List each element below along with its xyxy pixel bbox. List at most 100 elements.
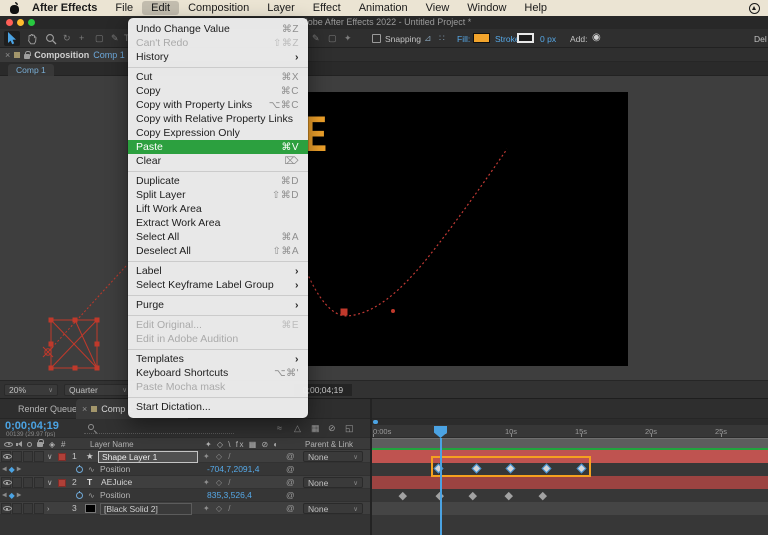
property-name[interactable]: Position xyxy=(100,489,130,502)
layer-row-3[interactable]: › 3 [Black Solid 2] ✦ ◇ / @ None∨ xyxy=(0,502,370,515)
search-input[interactable] xyxy=(84,433,234,434)
snap-option-icon-1[interactable]: ⊿ xyxy=(424,33,432,44)
menu-item-purge[interactable]: Purge› xyxy=(128,298,308,312)
pan-tool-icon[interactable]: + xyxy=(79,33,84,44)
stopwatch-icon[interactable] xyxy=(76,492,83,499)
composition-tab[interactable]: × Composition Comp 1 ≡ xyxy=(0,48,142,62)
close-window-button[interactable] xyxy=(6,19,13,26)
layer-switches[interactable]: ✦ ◇ / xyxy=(203,476,233,489)
keyframe-navigator[interactable]: ◀◆▶ xyxy=(2,489,21,502)
layer-row-1[interactable]: ∨ 1 ★ Shape Layer 1 ✦ ◇ / @ None∨ xyxy=(0,450,370,463)
apple-menu-icon[interactable] xyxy=(10,3,19,14)
menu-item-duplicate[interactable]: Duplicate⌘D xyxy=(128,174,308,188)
property-row-1[interactable]: ◀◆▶ ∿ Position -704,7,2091,4 @ xyxy=(0,463,370,476)
menu-item-paste[interactable]: Paste⌘V xyxy=(128,140,308,154)
menu-item-select-keyframe-label-group[interactable]: Select Keyframe Label Group› xyxy=(128,278,308,292)
menu-item-copy-with-relative-property-links[interactable]: Copy with Relative Property Links xyxy=(128,112,308,126)
audio-toggle[interactable] xyxy=(12,503,22,514)
fill-color-swatch[interactable] xyxy=(473,33,490,43)
pickwhip-icon[interactable]: @ xyxy=(286,489,295,502)
layer-switches[interactable]: ✦ ◇ / xyxy=(203,450,233,463)
brush-tool-icon[interactable]: ✎ xyxy=(312,33,320,44)
expand-toggle[interactable]: ∨ xyxy=(47,478,53,487)
solo-toggle[interactable] xyxy=(23,451,33,462)
keyframe-icon[interactable] xyxy=(538,491,546,499)
property-row-2[interactable]: ◀◆▶ ∿ Position 835,3,526,4 @ xyxy=(0,489,370,502)
pickwhip-icon[interactable]: @ xyxy=(286,502,295,515)
layer-name[interactable]: [Black Solid 2] xyxy=(100,503,192,515)
keyframe-icon[interactable] xyxy=(398,491,406,499)
menu-item-deselect-all[interactable]: Deselect All⇧⌘A xyxy=(128,244,308,258)
pickwhip-icon[interactable]: @ xyxy=(286,450,295,463)
lock-toggle[interactable] xyxy=(34,503,44,514)
pickwhip-icon[interactable]: @ xyxy=(286,476,295,489)
property-name[interactable]: Position xyxy=(100,463,130,476)
label-color-chip[interactable] xyxy=(58,453,66,461)
menu-item-select-all[interactable]: Select All⌘A xyxy=(128,230,308,244)
snapping-label[interactable]: Snapping xyxy=(385,34,421,44)
menubar-app-name[interactable]: After Effects xyxy=(23,2,106,14)
menubar-item-view[interactable]: View xyxy=(417,1,459,15)
stopwatch-icon[interactable] xyxy=(76,466,83,473)
shape-tool-icon[interactable]: ▢ xyxy=(95,33,104,44)
layer-duration-bar-3[interactable] xyxy=(372,502,768,515)
expand-toggle[interactable]: ∨ xyxy=(47,452,53,461)
property-value[interactable]: -704,7,2091,4 xyxy=(207,463,259,476)
menu-item-copy[interactable]: Copy⌘C xyxy=(128,84,308,98)
menu-item-start-dictation[interactable]: Start Dictation... xyxy=(128,400,308,414)
menu-item-history[interactable]: History› xyxy=(128,50,308,64)
menubar-item-layer[interactable]: Layer xyxy=(258,1,304,15)
hand-tool[interactable] xyxy=(24,31,40,46)
snapping-checkbox[interactable] xyxy=(372,34,381,43)
puppet-tool-icon[interactable]: ✦ xyxy=(344,33,352,44)
layer-name[interactable]: Shape Layer 1 xyxy=(98,451,198,463)
anchor-point-icon[interactable] xyxy=(43,347,53,357)
panel-divider[interactable] xyxy=(370,399,372,535)
property-value[interactable]: 835,3,526,4 xyxy=(207,489,252,502)
label-color-chip[interactable] xyxy=(58,479,66,487)
menu-item-extract-work-area[interactable]: Extract Work Area xyxy=(128,216,308,230)
parent-link-column-label[interactable]: Parent & Link xyxy=(305,440,353,449)
keyframe-navigator[interactable]: ◀◆▶ xyxy=(2,463,21,476)
menu-item-copy-with-property-links[interactable]: Copy with Property Links⌥⌘C xyxy=(128,98,308,112)
solo-toggle[interactable] xyxy=(23,503,33,514)
video-toggle[interactable] xyxy=(1,451,11,462)
menubar-item-effect[interactable]: Effect xyxy=(304,1,350,15)
close-panel-icon[interactable]: × xyxy=(5,50,10,60)
menubar-item-animation[interactable]: Animation xyxy=(350,1,417,15)
audio-toggle[interactable] xyxy=(12,477,22,488)
zoom-tool[interactable] xyxy=(43,31,59,46)
playhead-line[interactable] xyxy=(440,438,442,535)
snap-option-icon-2[interactable]: ∷ xyxy=(439,33,445,44)
menu-item-label[interactable]: Label› xyxy=(128,264,308,278)
breadcrumb[interactable]: Comp 1 xyxy=(8,64,54,76)
menubar-item-edit[interactable]: Edit xyxy=(142,1,179,15)
pickwhip-icon[interactable]: @ xyxy=(286,463,295,476)
lock-toggle[interactable] xyxy=(34,451,44,462)
video-toggle[interactable] xyxy=(1,477,11,488)
tab-render-queue[interactable]: Render Queue xyxy=(18,404,77,414)
work-area-bar[interactable] xyxy=(372,438,768,448)
menubar-item-file[interactable]: File xyxy=(106,1,142,15)
lock-toggle[interactable] xyxy=(34,477,44,488)
menu-item-cut[interactable]: Cut⌘X xyxy=(128,70,308,84)
layer-switches[interactable]: ✦ ◇ / xyxy=(203,502,233,515)
minimize-window-button[interactable] xyxy=(17,19,24,26)
keyframe-icon[interactable] xyxy=(468,491,476,499)
layer-duration-bar-2[interactable] xyxy=(372,476,768,489)
pen-tool-icon[interactable]: ✎ xyxy=(111,33,119,44)
frame-blending-icon[interactable]: ▦ xyxy=(311,423,320,434)
shape-wireframe[interactable] xyxy=(48,266,126,368)
zoom-window-button[interactable] xyxy=(28,19,35,26)
solo-toggle[interactable] xyxy=(23,477,33,488)
layer-row-2[interactable]: ∨ 2 T AEJuice ✦ ◇ / @ None∨ xyxy=(0,476,370,489)
menu-item-templates[interactable]: Templates› xyxy=(128,352,308,366)
layer-name-column-label[interactable]: Layer Name xyxy=(90,440,134,449)
search-icon[interactable] xyxy=(88,424,94,430)
menubar-item-help[interactable]: Help xyxy=(515,1,556,15)
clone-tool-icon[interactable]: ▢ xyxy=(328,33,337,44)
menubar-item-window[interactable]: Window xyxy=(458,1,515,15)
menu-item-split-layer[interactable]: Split Layer⇧⌘D xyxy=(128,188,308,202)
parent-dropdown[interactable]: None∨ xyxy=(303,503,363,514)
menu-item-keyboard-shortcuts[interactable]: Keyboard Shortcuts⌥⌘' xyxy=(128,366,308,380)
